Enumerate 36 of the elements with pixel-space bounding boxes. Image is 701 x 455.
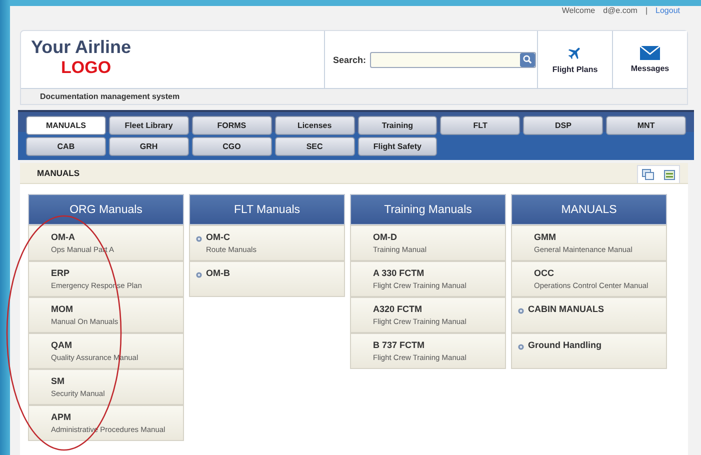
nav-tab[interactable]: GRH [108,137,189,156]
list-view-icon[interactable] [664,170,675,180]
nav-tab[interactable]: DSP [523,116,604,135]
welcome-text: Welcome [562,6,596,15]
nav-tab[interactable]: CGO [192,137,272,156]
nav-tab[interactable]: CAB [26,137,106,156]
nav-tab[interactable]: FORMS [192,116,272,135]
envelope-icon [640,46,660,60]
nav-tab[interactable]: MANUALS [26,116,106,135]
subtitle-text: Documentation management system [21,88,687,104]
manual-item[interactable]: CABIN MANUALS [511,297,667,333]
search-field[interactable] [370,52,536,68]
column-header: Training Manuals [350,194,506,225]
nav-tab[interactable]: Training [358,116,438,135]
nav-tab[interactable]: Flight Safety [358,137,438,156]
logo-title: Your Airline [31,37,132,58]
column-header: FLT Manuals [189,194,345,225]
column-header: ORG Manuals [28,194,184,225]
documents-icon[interactable] [642,169,654,180]
search-label: Search: [333,54,366,64]
nav-tab[interactable]: Licenses [274,116,354,135]
search-button[interactable] [520,52,536,66]
header-action-button[interactable]: Messages [612,31,687,88]
section-title: MANUALS [37,168,80,178]
manual-item[interactable]: Ground Handling [511,333,667,369]
manual-item[interactable]: OM-B [189,261,345,297]
column-header: MANUALS [511,194,667,225]
logo-text: LOGO [61,58,112,78]
separator-text: | [645,6,648,15]
logout-link[interactable]: Logout [656,6,680,15]
nav-tab[interactable]: SEC [274,137,354,156]
nav-tab[interactable]: MNT [606,116,686,135]
user-email: d@e.com [603,6,638,15]
nav-tab[interactable]: FLT [440,116,520,135]
search-icon [523,55,532,64]
nav-tab[interactable]: Fleet Library [108,116,189,135]
